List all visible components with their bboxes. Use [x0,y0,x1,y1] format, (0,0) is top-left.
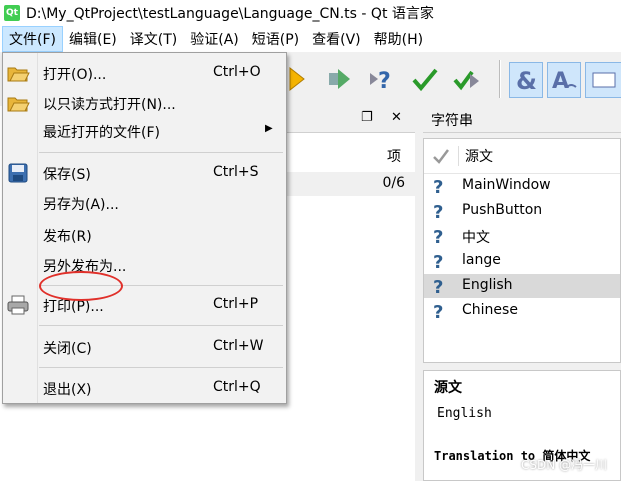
menu-item-label: 关闭(C) [43,341,92,357]
menu-item-label: 发布(R) [43,229,92,245]
svg-text:A: A [552,69,569,94]
prev-icon[interactable] [323,62,355,96]
menu-phrases[interactable]: 短语(P) [246,29,306,49]
menu-item-open[interactable]: 打开(O)... Ctrl+O [3,59,286,87]
string-row[interactable]: ? 中文 [424,224,620,248]
menu-item-label: 最近打开的文件(F) [43,125,160,141]
unfinished-question-icon: ? [432,276,446,298]
next-question-icon[interactable]: ? [365,62,397,96]
context-row-count: 0/6 [382,175,405,191]
menu-item-label: 保存(S) [43,167,91,183]
menu-edit[interactable]: 编辑(E) [63,29,124,49]
context-table-header: 项 [285,138,415,173]
string-row[interactable]: ? MainWindow [424,174,620,198]
menu-validation[interactable]: 验证(A) [184,29,246,49]
menu-item-label: 退出(X) [43,382,92,398]
menu-item-print[interactable]: 打印(P)... Ctrl+P [3,291,286,319]
menu-item-save[interactable]: 保存(S) Ctrl+S [3,159,286,187]
menu-item-shortcut: Ctrl+P [213,296,259,312]
checkmark-icon [432,147,450,169]
menu-item-exit[interactable]: 退出(X) Ctrl+Q [3,374,286,402]
menu-view[interactable]: 查看(V) [306,29,368,49]
done-next-icon[interactable] [451,62,483,96]
source-text: English [437,406,492,421]
submenu-arrow-icon: ▶ [265,123,273,134]
window-title: D:\My_QtProject\testLanguage\Language_CN… [26,6,434,22]
open-folder-icon [6,61,30,85]
watermark: CSDN @冯一川 [520,458,607,472]
svg-text:&: & [516,67,537,95]
file-menu: 打开(O)... Ctrl+O 以只读方式打开(N)... 最近打开的文件(F)… [2,52,287,404]
dock-close-icon[interactable]: ✕ [391,110,402,125]
toolbar: ? & A [285,52,621,107]
save-disk-icon [6,161,30,185]
menu-item-recent-files[interactable]: 最近打开的文件(F) ▶ [3,117,286,145]
menu-item-label: 以只读方式打开(N)... [43,97,176,113]
strings-list: 源文 ? MainWindow ? PushButton ? 中文 ? lang… [423,138,621,363]
title-bar: Qt D:\My_QtProject\testLanguage\Language… [0,0,621,26]
svg-text:?: ? [433,252,443,271]
string-row[interactable]: ? Chinese [424,299,620,323]
accelerator-check-icon[interactable]: A [547,62,581,98]
menu-item-release[interactable]: 发布(R) [3,221,286,249]
svg-text:?: ? [433,202,443,221]
menu-separator [39,367,283,368]
svg-text:?: ? [433,177,443,196]
string-text: MainWindow [462,177,551,193]
open-folder-icon [6,91,30,115]
source-column-header[interactable]: 源文 [458,146,493,166]
unfinished-question-icon: ? [432,301,446,323]
menu-separator [39,325,283,326]
menu-item-shortcut: Ctrl+S [213,164,259,180]
dock-splitter[interactable] [415,106,423,481]
context-dock-header: ❐ ✕ [285,106,415,133]
menu-file[interactable]: 文件(F) [2,26,63,52]
done-check-icon[interactable] [409,62,441,96]
string-row[interactable]: ? PushButton [424,199,620,223]
context-row[interactable]: 0/6 [285,172,415,196]
menu-item-release-as[interactable]: 另外发布为... [3,251,286,279]
string-text: Chinese [462,302,518,318]
printer-icon [6,293,30,317]
ampersand-check-icon[interactable]: & [509,62,543,98]
toolbar-separator [499,60,501,98]
strings-dock-header: 字符串 [423,106,621,133]
string-text: English [462,277,513,293]
qt-app-icon: Qt [4,5,20,21]
svg-text:?: ? [433,277,443,296]
svg-text:?: ? [433,227,443,246]
string-text: 中文 [462,230,490,246]
string-text: PushButton [462,202,543,218]
unfinished-question-icon: ? [432,176,446,198]
strings-list-header: 源文 [424,139,620,174]
string-row-selected[interactable]: ? English [424,274,620,298]
source-title: 源文 [434,380,462,396]
string-row[interactable]: ? lange [424,249,620,273]
menu-item-close[interactable]: 关闭(C) Ctrl+W [3,333,286,361]
items-column-header[interactable]: 项 [387,146,401,166]
unfinished-question-icon: ? [432,201,446,223]
annotation-circle [39,271,123,301]
menu-separator [39,152,283,153]
svg-text:?: ? [433,302,443,321]
menu-item-shortcut: Ctrl+W [213,338,264,354]
string-text: lange [462,252,501,268]
menu-translation[interactable]: 译文(T) [124,29,184,49]
unfinished-question-icon: ? [432,226,446,248]
phrase-check-icon[interactable] [585,62,621,98]
menu-item-label: 另存为(A)... [43,197,119,213]
dock-float-icon[interactable]: ❐ [361,110,373,125]
svg-text:?: ? [378,69,391,94]
menu-item-save-as[interactable]: 另存为(A)... [3,189,286,217]
menu-item-shortcut: Ctrl+O [213,64,261,80]
menu-bar: 文件(F) 编辑(E) 译文(T) 验证(A) 短语(P) 查看(V) 帮助(H… [0,26,621,52]
menu-item-shortcut: Ctrl+Q [213,379,261,395]
menu-help[interactable]: 帮助(H) [368,29,430,49]
menu-item-label: 打开(O)... [43,67,107,83]
menu-item-open-readonly[interactable]: 以只读方式打开(N)... [3,89,286,117]
strings-dock-title: 字符串 [431,113,473,129]
unfinished-question-icon: ? [432,251,446,273]
